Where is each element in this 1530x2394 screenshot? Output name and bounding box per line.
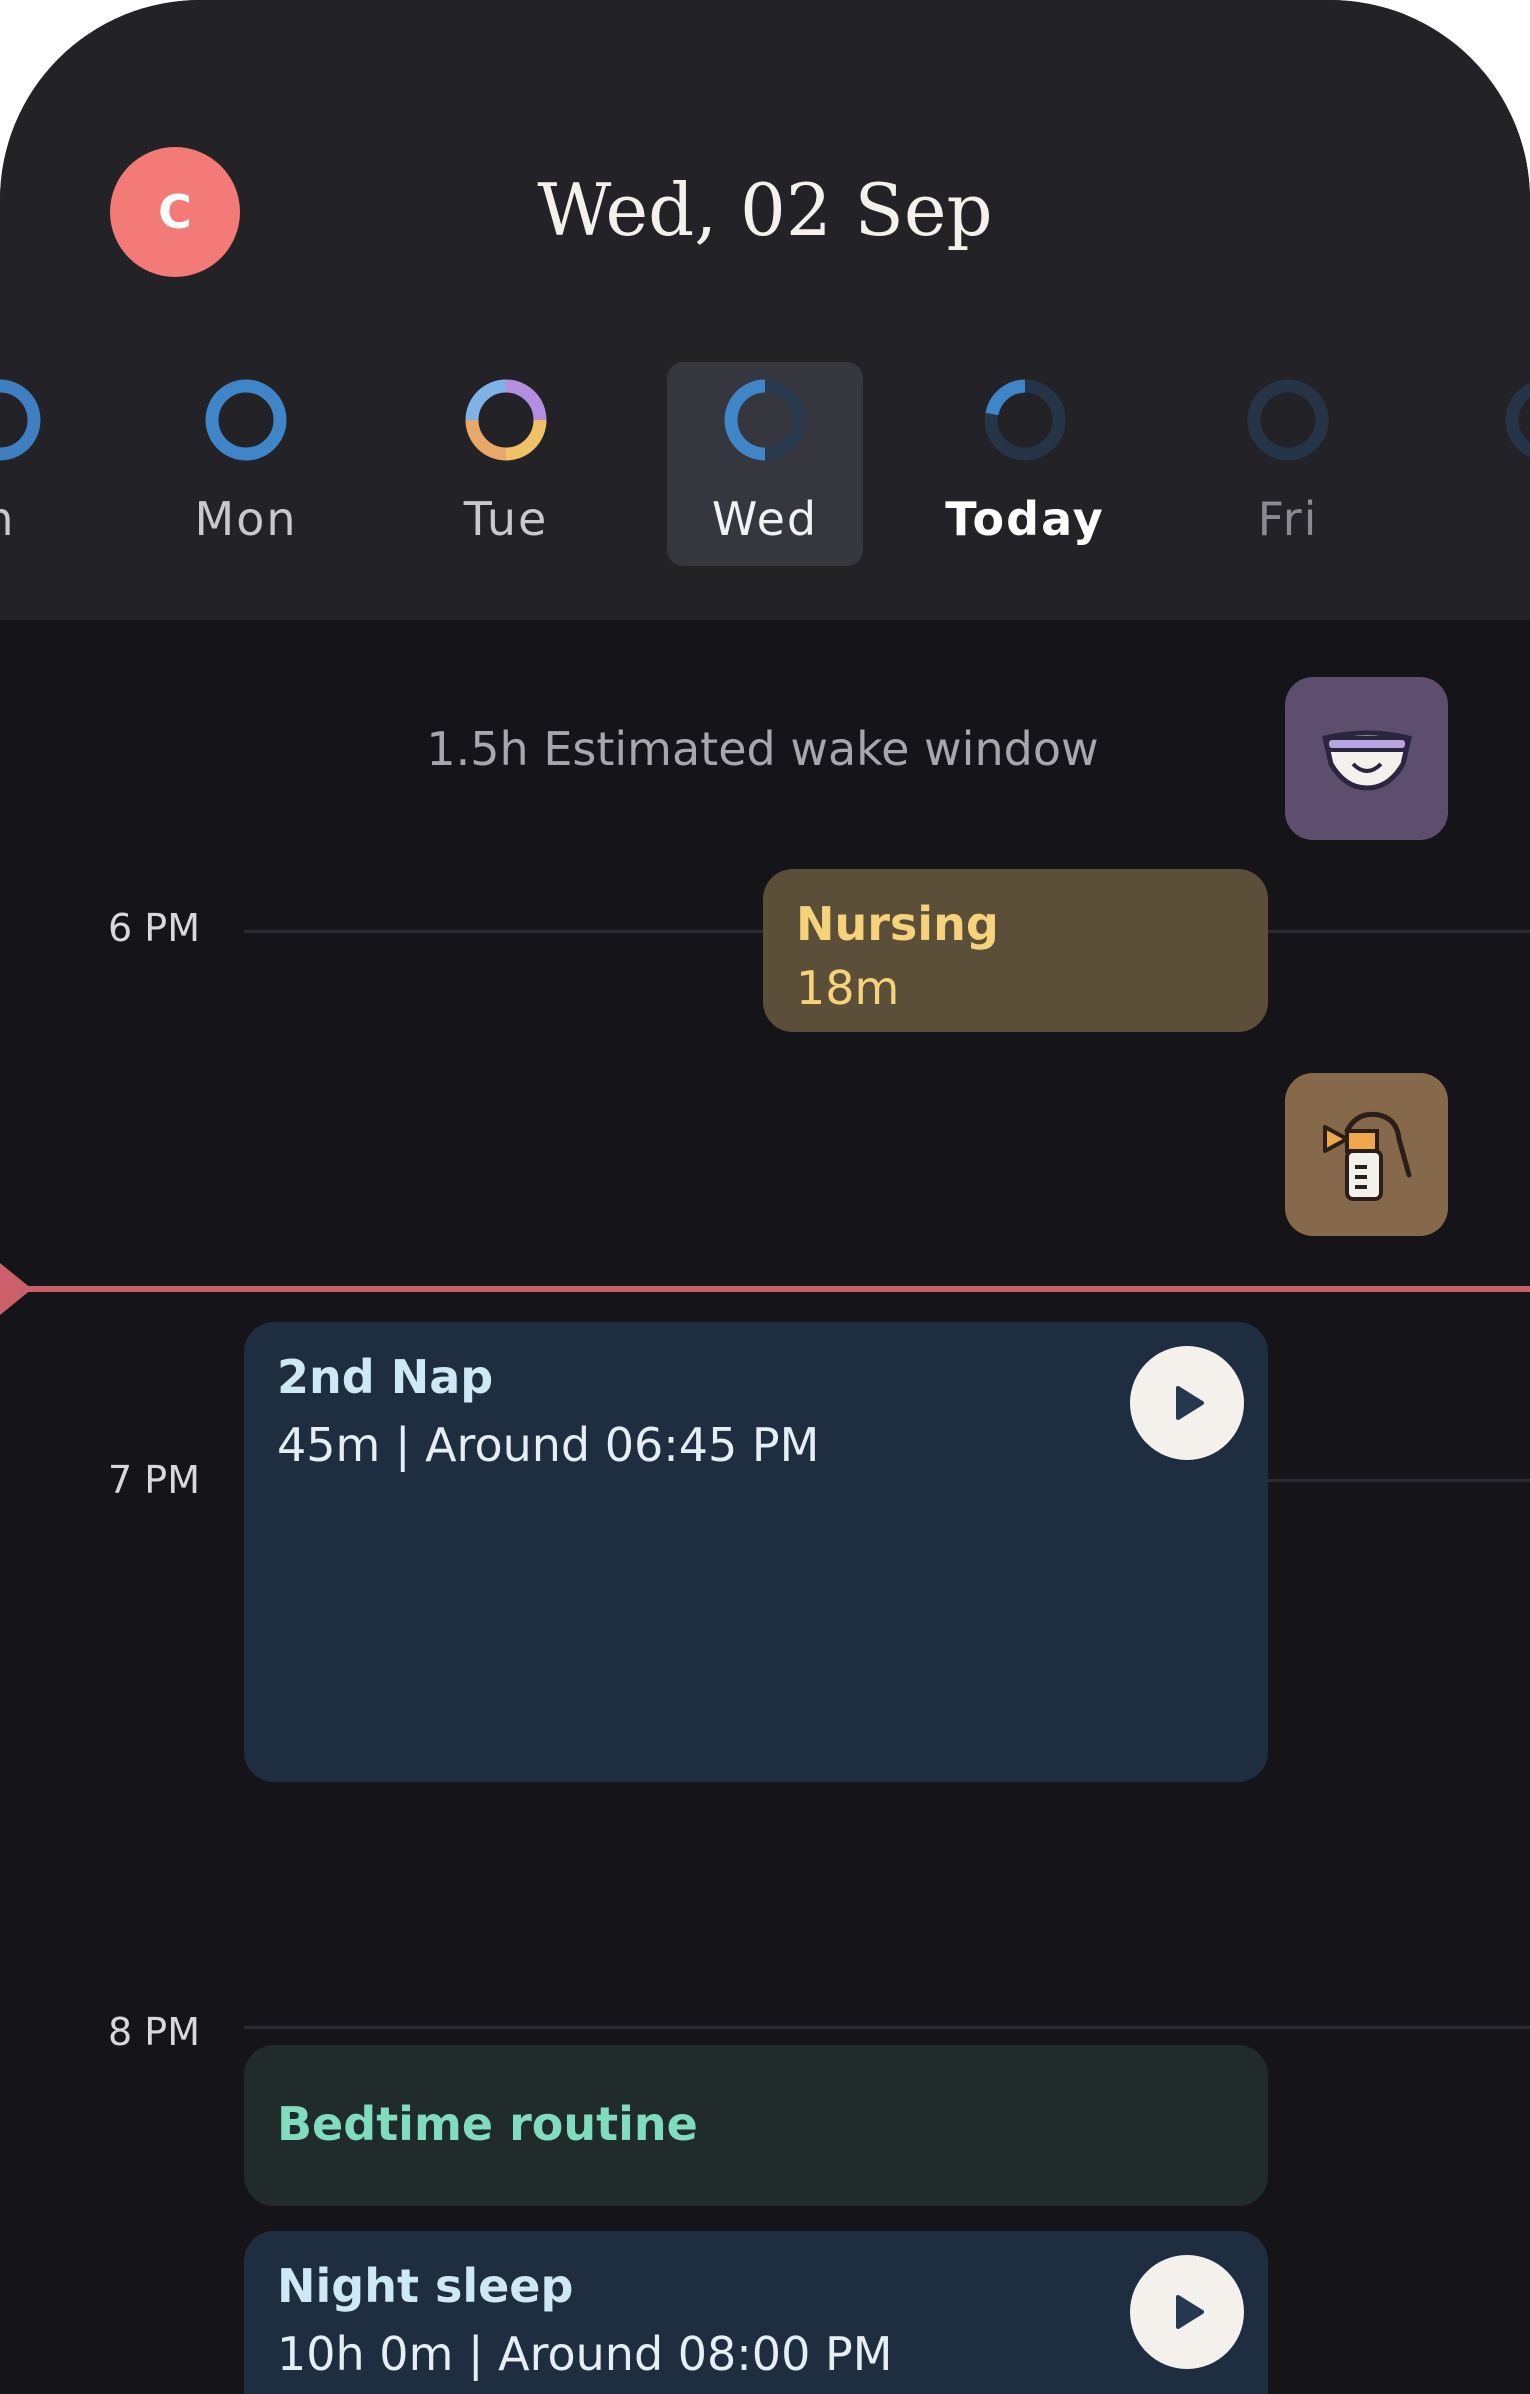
day-progress-ring-icon <box>205 379 287 461</box>
day-label: Wed <box>711 492 819 546</box>
day-item-fri[interactable]: Fri <box>1190 362 1386 566</box>
page-title: Wed, 02 Sep <box>537 168 993 252</box>
day-label: Today <box>945 492 1105 546</box>
diaper-event-button[interactable] <box>1285 677 1448 840</box>
breast-pump-icon <box>1322 1111 1411 1201</box>
diaper-icon <box>1321 730 1412 791</box>
app-screen: C Wed, 02 Sep n Mon Tue <box>0 0 1530 2394</box>
day-item-today[interactable]: Today <box>927 362 1123 566</box>
hour-gridline <box>244 930 764 933</box>
day-label: Mon <box>194 492 298 546</box>
nap-event-card[interactable]: 2nd Nap 45m | Around 06:45 PM <box>244 1322 1268 1782</box>
pump-event-button[interactable] <box>1285 1073 1448 1236</box>
day-item-mon[interactable]: Mon <box>148 362 344 566</box>
day-progress-ring-icon <box>984 379 1066 461</box>
event-duration: 18m <box>796 961 900 1015</box>
day-progress-ring-icon <box>724 379 806 461</box>
hour-gridline <box>244 2026 1530 2029</box>
wake-window-label: 1.5h Estimated wake window <box>426 722 1099 776</box>
hour-label: 6 PM <box>108 906 200 950</box>
start-nap-button[interactable] <box>1130 1346 1244 1460</box>
event-detail: 45m | Around 06:45 PM <box>277 1418 820 1472</box>
header: C Wed, 02 Sep n Mon Tue <box>0 0 1530 620</box>
day-item-sun[interactable]: n <box>0 362 98 566</box>
event-title: Night sleep <box>277 2259 574 2313</box>
event-detail: 10h 0m | Around 08:00 PM <box>277 2327 893 2381</box>
event-title: Bedtime routine <box>277 2097 698 2151</box>
bedtime-routine-card[interactable]: Bedtime routine <box>244 2045 1268 2206</box>
day-label: n <box>0 492 16 546</box>
day-progress-ring-icon <box>1247 379 1329 461</box>
current-time-marker-icon <box>0 1263 32 1315</box>
event-title: Nursing <box>796 897 999 951</box>
start-night-sleep-button[interactable] <box>1130 2255 1244 2369</box>
play-icon <box>1176 2295 1204 2329</box>
hour-label: 8 PM <box>108 2010 200 2054</box>
hour-gridline <box>1268 930 1530 933</box>
current-time-line <box>0 1286 1530 1292</box>
hour-label: 7 PM <box>108 1458 200 1502</box>
night-sleep-card[interactable]: Night sleep 10h 0m | Around 08:00 PM <box>244 2231 1268 2394</box>
hour-gridline <box>1268 1479 1530 1482</box>
day-label: Fri <box>1257 492 1319 546</box>
day-item-sat[interactable]: S <box>1448 362 1530 566</box>
day-progress-ring-icon <box>0 379 41 461</box>
play-icon <box>1176 1386 1204 1420</box>
day-label: Tue <box>463 492 549 546</box>
event-title: 2nd Nap <box>277 1350 494 1404</box>
nursing-event-card[interactable]: Nursing 18m <box>763 869 1268 1032</box>
day-item-tue[interactable]: Tue <box>408 362 604 566</box>
day-progress-ring-icon <box>1505 382 1530 458</box>
day-item-wed[interactable]: Wed <box>667 362 863 566</box>
day-progress-ring-icon <box>465 379 547 461</box>
